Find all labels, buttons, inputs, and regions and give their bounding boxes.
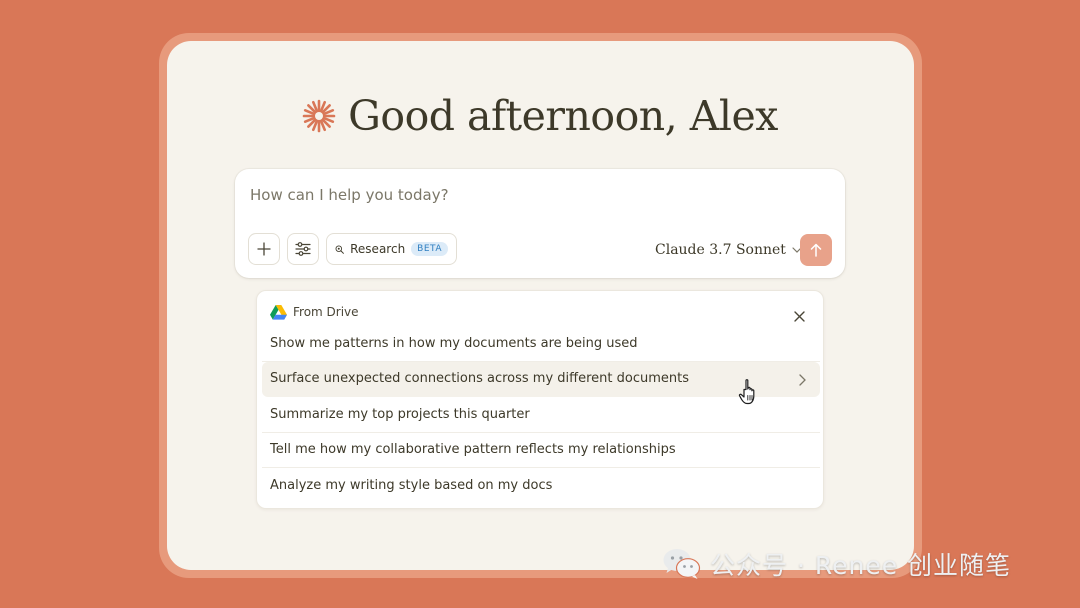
sliders-icon [295,242,311,256]
suggestion-item[interactable]: Analyze my writing style based on my doc… [262,468,820,504]
arrow-up-icon [810,243,822,257]
close-icon [793,310,805,322]
greeting: Good afternoon, Alex [0,86,1080,146]
add-attachment-button[interactable] [248,233,280,265]
suggestion-label: Show me patterns in how my documents are… [270,335,638,351]
spark-icon [302,99,336,133]
hand-pointer-icon [738,379,755,405]
send-button[interactable] [800,234,832,266]
close-suggestions-button[interactable] [790,307,808,325]
suggestions-list: Show me patterns in how my documents are… [262,326,820,504]
suggestions-source-label: From Drive [293,305,359,319]
suggestion-label: Summarize my top projects this quarter [270,406,530,422]
watermark: 公众号 · Renee 创业随笔 [662,546,1011,582]
research-button[interactable]: Research BETA [326,233,457,265]
chevron-right-icon [799,373,806,386]
wechat-icon [663,549,701,579]
model-selector[interactable]: Claude 3.7 Sonnet [655,239,802,261]
prompt-composer: Research BETA Claude 3.7 Sonnet [235,169,845,278]
suggestion-item[interactable]: Show me patterns in how my documents are… [262,326,820,362]
plus-icon [257,242,271,256]
suggestion-label: Tell me how my collaborative pattern ref… [270,442,676,458]
research-label: Research [350,242,406,256]
suggestion-label: Analyze my writing style based on my doc… [270,478,553,494]
google-drive-icon [270,304,287,320]
research-icon [335,244,344,254]
suggestion-item-active[interactable]: Surface unexpected connections across my… [262,361,820,397]
beta-badge: BETA [411,242,448,256]
suggestions-header: From Drive [270,303,359,321]
suggestion-label: Surface unexpected connections across my… [270,371,690,387]
greeting-title: Good afternoon, Alex [348,92,778,140]
stage: Good afternoon, Alex How can I help you … [0,0,1080,608]
tools-settings-button[interactable] [287,233,319,265]
watermark-text: 公众号 · Renee 创业随笔 [710,551,1012,580]
suggestion-item[interactable]: Summarize my top projects this quarter [262,397,820,433]
prompt-input[interactable] [250,183,810,207]
model-label: Claude 3.7 Sonnet [655,242,786,258]
suggestion-item[interactable]: Tell me how my collaborative pattern ref… [262,433,820,468]
